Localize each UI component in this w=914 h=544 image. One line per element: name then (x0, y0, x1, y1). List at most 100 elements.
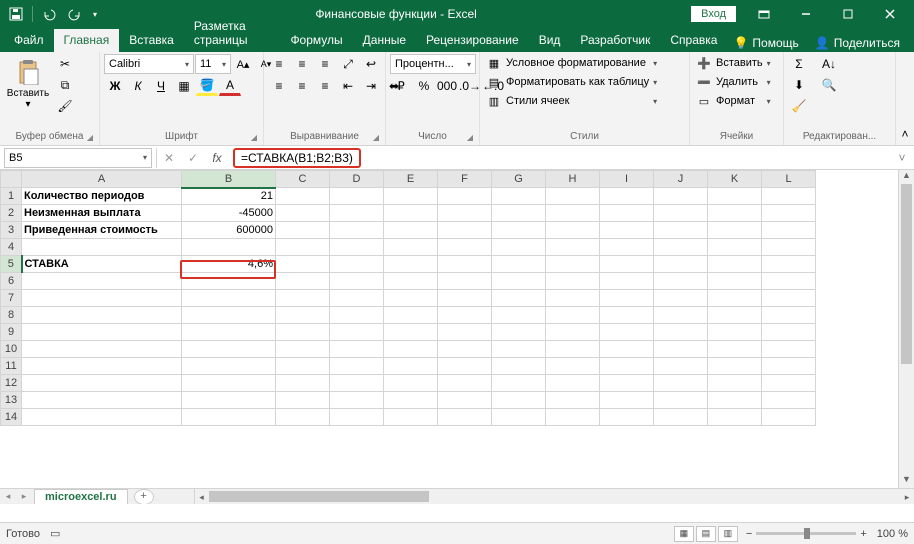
minimize-icon[interactable] (786, 0, 826, 28)
row-header[interactable]: 4 (1, 239, 22, 256)
paste-button[interactable]: Вставить▾ (4, 54, 52, 110)
tab-file[interactable]: Файл (4, 29, 54, 52)
share-button[interactable]: 👤Поделиться (809, 34, 906, 52)
italic-icon[interactable]: К (127, 76, 149, 96)
font-name-combo[interactable]: Calibri▾ (104, 54, 194, 74)
vertical-scrollbar[interactable]: ▲ ▼ (898, 170, 914, 488)
align-left-icon[interactable]: ≡ (268, 76, 290, 96)
zoom-slider[interactable] (756, 532, 856, 535)
align-top-icon[interactable]: ≡ (268, 54, 290, 74)
format-as-table-button[interactable]: ▤Форматировать как таблицу▾ (484, 73, 659, 91)
qat-customize-icon[interactable]: ▾ (89, 2, 101, 26)
decrease-indent-icon[interactable]: ⇤ (337, 76, 359, 96)
row-header[interactable]: 6 (1, 273, 22, 290)
scroll-up-icon[interactable]: ▲ (899, 170, 914, 184)
col-header[interactable]: K (708, 171, 762, 188)
insert-cells-button[interactable]: ➕Вставить▾ (694, 54, 773, 72)
currency-icon[interactable]: ₽ (390, 76, 412, 96)
delete-cells-button[interactable]: ➖Удалить▾ (694, 73, 773, 91)
scroll-left-icon[interactable]: ◂ (195, 489, 209, 504)
tab-view[interactable]: Вид (529, 29, 571, 52)
row-header[interactable]: 11 (1, 358, 22, 375)
sheet-tab[interactable]: microexcel.ru (34, 489, 128, 505)
cell[interactable]: 21 (182, 188, 276, 205)
find-icon[interactable]: 🔍 (818, 75, 840, 95)
tab-formulas[interactable]: Формулы (280, 29, 352, 52)
enter-formula-icon[interactable]: ✓ (181, 148, 205, 168)
col-header[interactable]: E (384, 171, 438, 188)
row-header[interactable]: 9 (1, 324, 22, 341)
page-layout-view-icon[interactable]: ▤ (696, 526, 716, 542)
cell[interactable]: СТАВКА (22, 256, 182, 273)
cut-icon[interactable]: ✂ (54, 54, 76, 74)
col-header[interactable]: J (654, 171, 708, 188)
align-middle-icon[interactable]: ≡ (291, 54, 313, 74)
number-format-combo[interactable]: Процентн...▾ (390, 54, 476, 74)
tab-developer[interactable]: Разработчик (570, 29, 660, 52)
row-header[interactable]: 13 (1, 392, 22, 409)
cell-grid[interactable]: A B C D E F G H I J K L 1Количество пери… (0, 170, 816, 426)
zoom-level[interactable]: 100 % (877, 528, 908, 540)
row-header[interactable]: 8 (1, 307, 22, 324)
cell-selected[interactable]: 4,6% (182, 256, 276, 273)
zoom-in-icon[interactable]: + (860, 528, 866, 540)
tab-review[interactable]: Рецензирование (416, 29, 529, 52)
cancel-formula-icon[interactable]: ✕ (157, 148, 181, 168)
tab-page-layout[interactable]: Разметка страницы (184, 15, 281, 52)
cell-styles-button[interactable]: ▥Стили ячеек▾ (484, 92, 659, 110)
collapse-ribbon-icon[interactable]: ˄ (896, 52, 914, 145)
scroll-thumb[interactable] (901, 184, 912, 364)
fill-icon[interactable]: ⬇ (788, 75, 810, 95)
tab-home[interactable]: Главная (54, 29, 120, 52)
percent-icon[interactable]: % (413, 76, 435, 96)
row-header[interactable]: 2 (1, 205, 22, 222)
row-header[interactable]: 7 (1, 290, 22, 307)
row-header[interactable]: 14 (1, 409, 22, 426)
format-cells-button[interactable]: ▭Формат▾ (694, 92, 773, 110)
font-size-combo[interactable]: 11▾ (195, 54, 231, 74)
clear-icon[interactable]: 🧹 (788, 96, 810, 116)
ribbon-display-icon[interactable] (744, 0, 784, 28)
tab-data[interactable]: Данные (353, 29, 416, 52)
grow-font-icon[interactable]: A▴ (232, 54, 254, 74)
redo-icon[interactable] (63, 2, 87, 26)
cell[interactable]: Приведенная стоимость (22, 222, 182, 239)
border-icon[interactable]: ▦ (173, 76, 195, 96)
align-bottom-icon[interactable]: ≡ (314, 54, 336, 74)
tab-insert[interactable]: Вставка (119, 29, 184, 52)
horizontal-scrollbar[interactable]: ◂ ▸ (194, 489, 914, 504)
scroll-right-icon[interactable]: ▸ (900, 489, 914, 504)
underline-icon[interactable]: Ч (150, 76, 172, 96)
login-button[interactable]: Вход (691, 6, 736, 22)
scroll-down-icon[interactable]: ▼ (899, 474, 914, 488)
add-sheet-button[interactable]: + (134, 489, 154, 505)
dialog-launcher-icon[interactable]: ◢ (467, 133, 473, 142)
col-header[interactable]: D (330, 171, 384, 188)
formula-input[interactable]: =СТАВКА(B1;B2;B3) (233, 148, 361, 168)
dialog-launcher-icon[interactable]: ◢ (251, 133, 257, 142)
col-header[interactable]: L (762, 171, 816, 188)
col-header[interactable]: F (438, 171, 492, 188)
macro-record-icon[interactable]: ▭ (50, 527, 60, 540)
row-header[interactable]: 1 (1, 188, 22, 205)
font-color-icon[interactable]: A (219, 76, 241, 96)
insert-function-icon[interactable]: fx (205, 148, 229, 168)
comma-icon[interactable]: 000 (436, 76, 458, 96)
row-header[interactable]: 5 (1, 256, 22, 273)
increase-indent-icon[interactable]: ⇥ (360, 76, 382, 96)
save-icon[interactable] (4, 2, 28, 26)
col-header[interactable]: H (546, 171, 600, 188)
copy-icon[interactable]: ⧉ (54, 75, 76, 95)
tell-me-button[interactable]: 💡Помощь (727, 34, 804, 52)
dialog-launcher-icon[interactable]: ◢ (373, 133, 379, 142)
undo-icon[interactable] (37, 2, 61, 26)
fill-color-icon[interactable]: 🪣 (196, 76, 218, 96)
name-box[interactable]: B5▾ (4, 148, 152, 168)
align-center-icon[interactable]: ≡ (291, 76, 313, 96)
col-header[interactable]: A (22, 171, 182, 188)
align-right-icon[interactable]: ≡ (314, 76, 336, 96)
sheet-nav-next-icon[interactable]: ▸ (16, 491, 32, 502)
row-header[interactable]: 12 (1, 375, 22, 392)
scroll-thumb[interactable] (209, 491, 429, 502)
select-all-corner[interactable] (1, 171, 22, 188)
